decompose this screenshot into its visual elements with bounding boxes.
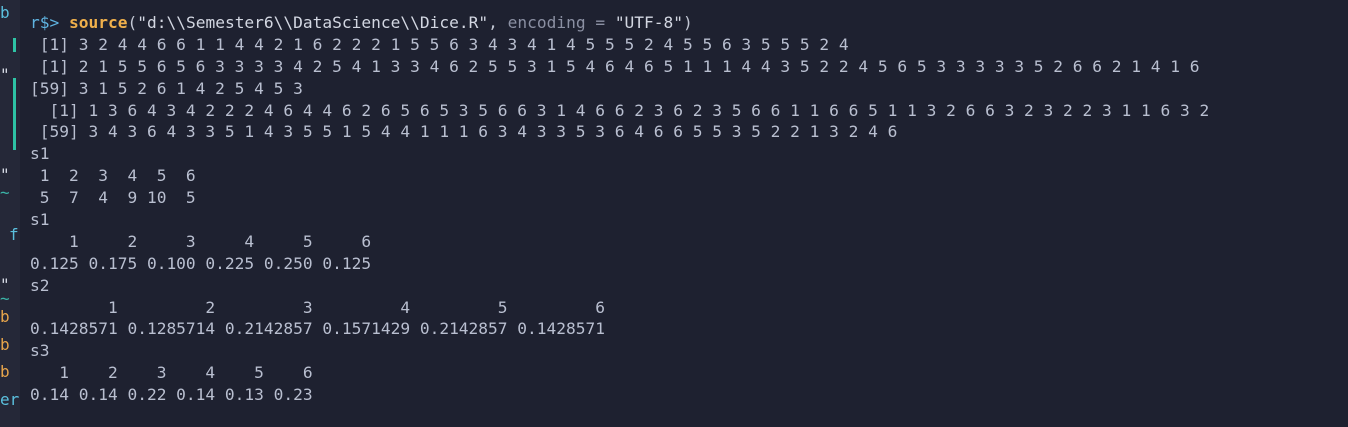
- output-line: [59] 3 4 3 6 4 3 3 5 1 4 3 5 5 1 5 4 4 1…: [30, 122, 898, 142]
- gutter-glyph-wave: ~: [0, 183, 10, 202]
- output-line: 0.14 0.14 0.22 0.14 0.13 0.23: [30, 385, 313, 405]
- path-string: "d:\\Semester6\\DataScience\\Dice.R": [137, 13, 489, 32]
- gutter-glyph-quote: ": [0, 65, 10, 84]
- output-line: [1] 3 2 4 4 6 6 1 1 4 4 2 1 6 2 2 2 1 5 …: [30, 34, 849, 54]
- gutter-glyph: b: [0, 362, 10, 381]
- output-line: [1] 2 1 5 5 6 5 6 3 3 3 3 4 2 5 4 1 3 3 …: [30, 56, 1200, 76]
- gutter-glyph: b: [0, 3, 10, 22]
- function-name: source: [69, 13, 128, 32]
- gutter-glyph: er: [0, 390, 20, 409]
- console-output[interactable]: r$> source("d:\\Semester6\\DataScience\\…: [30, 12, 1348, 406]
- close-paren: ): [683, 13, 693, 32]
- output-line: s2: [30, 275, 50, 295]
- gutter-change-marker: [13, 78, 16, 150]
- equals: =: [595, 13, 606, 32]
- arg-name: encoding: [507, 13, 586, 32]
- gutter-change-marker: [13, 38, 16, 52]
- output-line: 0.1428571 0.1285714 0.2142857 0.1571429 …: [30, 319, 605, 339]
- gutter-glyph: b: [0, 335, 10, 354]
- output-line: 1 2 3 4 5 6: [30, 297, 605, 317]
- output-line: 5 7 4 9 10 5: [30, 188, 196, 208]
- prompt: r$>: [30, 13, 60, 32]
- comma: ,: [488, 13, 498, 32]
- gutter-glyph: b: [0, 307, 10, 326]
- output-line: 1 2 3 4 5 6: [30, 166, 196, 186]
- output-line: [1] 1 3 6 4 3 4 2 2 2 4 6 4 4 6 2 6 5 6 …: [30, 100, 1210, 120]
- output-line: 1 2 3 4 5 6: [30, 363, 313, 383]
- command-line[interactable]: r$> source("d:\\Semester6\\DataScience\\…: [30, 12, 1348, 34]
- output-line: [59] 3 1 5 2 6 1 4 2 5 4 5 3: [30, 78, 303, 98]
- r-terminal[interactable]: b " " ~ f " ~ b b b er r$> source("d:\\S…: [0, 0, 1348, 427]
- editor-gutter: b " " ~ f " ~ b b b er: [0, 0, 20, 427]
- output-line: s1: [30, 210, 50, 230]
- output-line: 1 2 3 4 5 6: [30, 231, 372, 251]
- output-line: s1: [30, 144, 50, 164]
- arg-value: "UTF-8": [614, 13, 684, 32]
- output-line: 0.125 0.175 0.100 0.225 0.250 0.125: [30, 253, 372, 273]
- gutter-glyph: f: [9, 225, 19, 244]
- open-paren: (: [127, 13, 138, 32]
- output-line: s3: [30, 341, 50, 361]
